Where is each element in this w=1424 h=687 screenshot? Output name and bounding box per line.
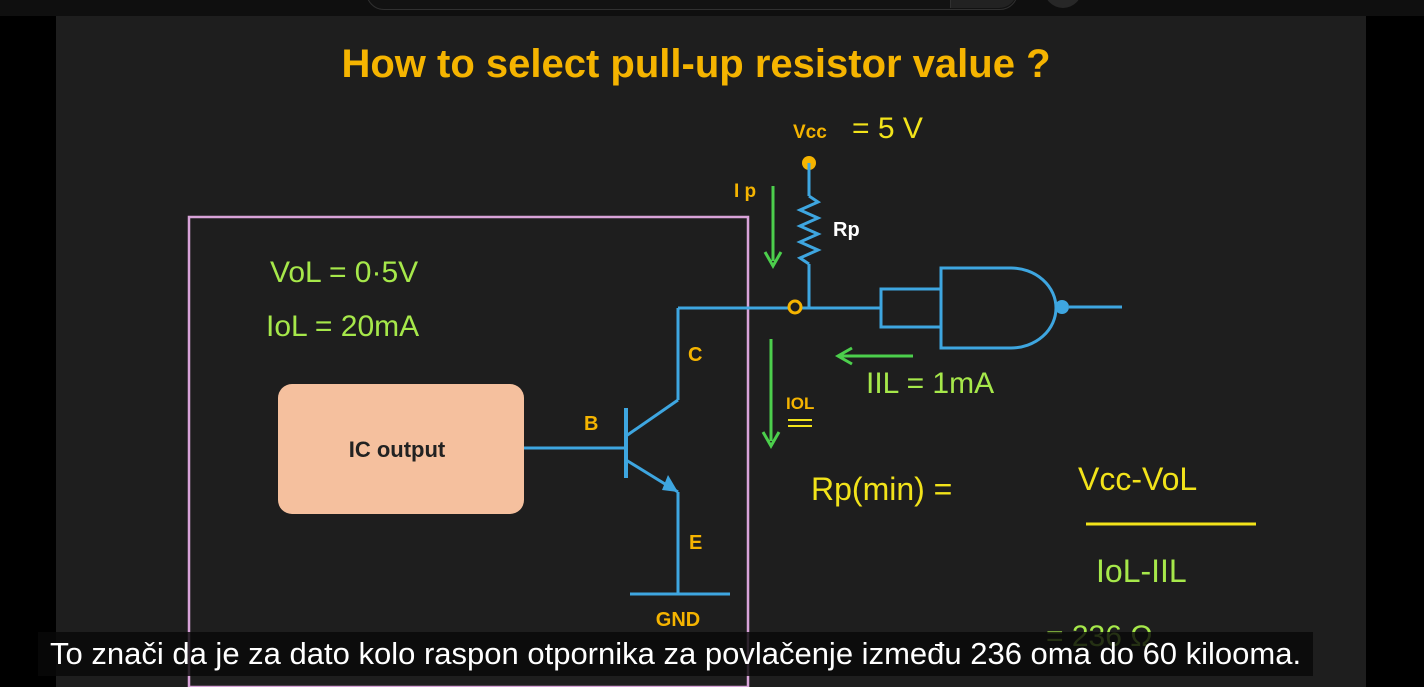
gnd-label: GND <box>656 609 700 631</box>
nand-gate <box>939 266 1058 350</box>
vcc-label: Vcc <box>793 122 827 143</box>
formula-numerator: Vcc-VoL <box>1078 461 1197 497</box>
ic-output-label: IC output <box>349 437 446 462</box>
junction-node <box>787 299 803 315</box>
vol-note: VoL = 0·5V <box>270 256 418 289</box>
nand-input-box <box>879 287 943 329</box>
pullup-resistor <box>796 194 822 266</box>
iol-note: IoL = 20mA <box>266 310 419 343</box>
slide-canvas: How to select pull-up resistor value ? V… <box>187 42 1256 687</box>
emitter-label: E <box>689 532 702 554</box>
collector-diag <box>625 398 679 438</box>
voice-search-button[interactable] <box>1044 0 1082 8</box>
ip-label: I p <box>734 181 756 202</box>
collector-label: C <box>688 344 702 366</box>
nand-bubble <box>1055 300 1069 314</box>
formula-denominator: IoL-IIL <box>1096 553 1187 589</box>
video-frame[interactable]: How to select pull-up resistor value ? V… <box>56 16 1366 687</box>
iil-note: IIL = 1mA <box>866 367 994 400</box>
slide-title: How to select pull-up resistor value ? <box>341 42 1050 86</box>
rp-label: Rp <box>833 219 860 241</box>
vcc-value-note: = 5 V <box>852 112 923 145</box>
base-label: B <box>584 413 598 435</box>
rp-min-lhs: Rp(min) = <box>811 471 952 507</box>
search-input[interactable] <box>366 0 1018 10</box>
subtitle-caption: To znači da je za dato kolo raspon otpor… <box>38 632 1314 676</box>
iol-label: IOL <box>786 394 814 413</box>
browser-top-bar <box>0 0 1424 16</box>
